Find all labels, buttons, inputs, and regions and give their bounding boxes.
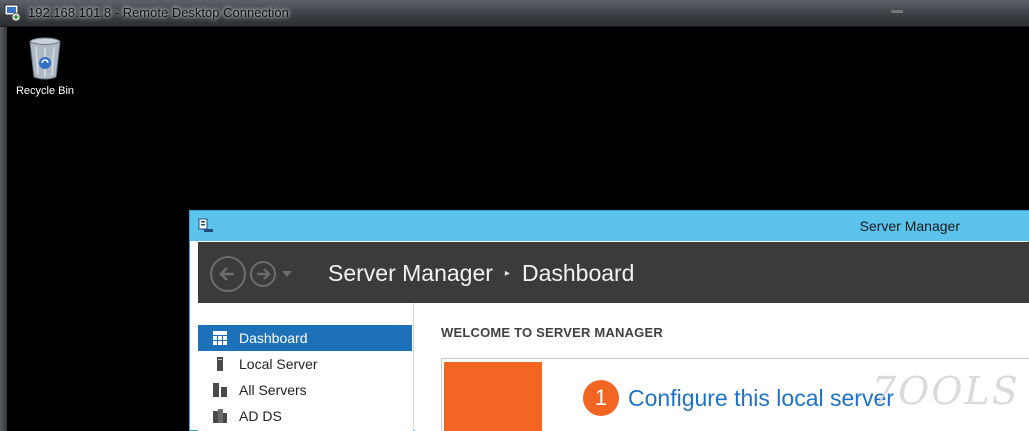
server-manager-sidebar: Dashboard Local Server All Servers AD DS	[198, 303, 414, 431]
rdp-window-frame	[0, 27, 7, 431]
rdp-window-title: 192.168.101.8 - Remote Desktop Connectio…	[28, 5, 289, 20]
quick-start-banner	[444, 362, 542, 431]
breadcrumb-current: Dashboard	[521, 260, 635, 286]
step-number-badge: 1	[583, 380, 619, 416]
server-manager-header: Server Manager ▸ Dashboard	[198, 242, 1029, 303]
sidebar-item-label: Dashboard	[239, 330, 308, 346]
sidebar-item-label: Local Server	[239, 356, 318, 372]
breadcrumb-separator-icon: ▸	[504, 268, 510, 279]
rdp-titlebar[interactable]: 192.168.101.8 - Remote Desktop Connectio…	[0, 0, 1029, 27]
sidebar-item-ad-ds[interactable]: AD DS	[198, 403, 412, 429]
breadcrumb-root[interactable]: Server Manager	[328, 260, 493, 287]
forward-arrow-icon	[257, 268, 271, 280]
watermark-logo: 7OOLS	[872, 369, 1020, 413]
welcome-heading: WELCOME TO SERVER MANAGER	[441, 325, 663, 340]
history-dropdown-icon[interactable]	[282, 271, 292, 277]
sidebar-item-local-server[interactable]: Local Server	[198, 351, 412, 377]
dashboard-content: WELCOME TO SERVER MANAGER 1 Configure th…	[415, 303, 1029, 431]
configure-local-server-link[interactable]: Configure this local server	[628, 385, 894, 412]
desktop-icon-label: Recycle Bin	[15, 85, 75, 97]
server-manager-window[interactable]: Server Manager Server Manager ▸ Dashboar…	[189, 210, 1029, 431]
all-servers-icon	[212, 382, 228, 398]
forward-button[interactable]	[250, 261, 276, 287]
desktop-icon-recycle-bin[interactable]: Recycle Bin	[15, 35, 75, 105]
window-controls	[879, 2, 989, 20]
sidebar-item-all-servers[interactable]: All Servers	[198, 377, 412, 403]
sidebar-item-dashboard[interactable]: Dashboard	[198, 325, 412, 351]
quick-start-tile: 1 Configure this local server 7OOLS	[441, 358, 1029, 431]
sidebar-item-label: AD DS	[239, 408, 282, 424]
sidebar-item-label: All Servers	[239, 382, 307, 398]
close-button[interactable]	[951, 2, 987, 20]
dashboard-icon	[212, 330, 228, 346]
ad-ds-icon	[212, 408, 228, 424]
back-button[interactable]	[210, 256, 246, 292]
minimize-button[interactable]	[879, 2, 915, 20]
recycle-bin-icon	[29, 37, 61, 80]
back-arrow-icon	[219, 267, 234, 281]
server-manager-window-title: Server Manager	[859, 218, 960, 234]
local-server-icon	[212, 356, 228, 372]
remote-desktop-icon	[4, 4, 22, 22]
server-manager-app-icon	[198, 218, 214, 233]
minimize-icon	[891, 10, 903, 13]
maximize-button[interactable]	[915, 2, 951, 20]
server-manager-titlebar[interactable]: Server Manager	[190, 211, 1029, 241]
breadcrumb: Server Manager ▸ Dashboard	[328, 260, 634, 287]
